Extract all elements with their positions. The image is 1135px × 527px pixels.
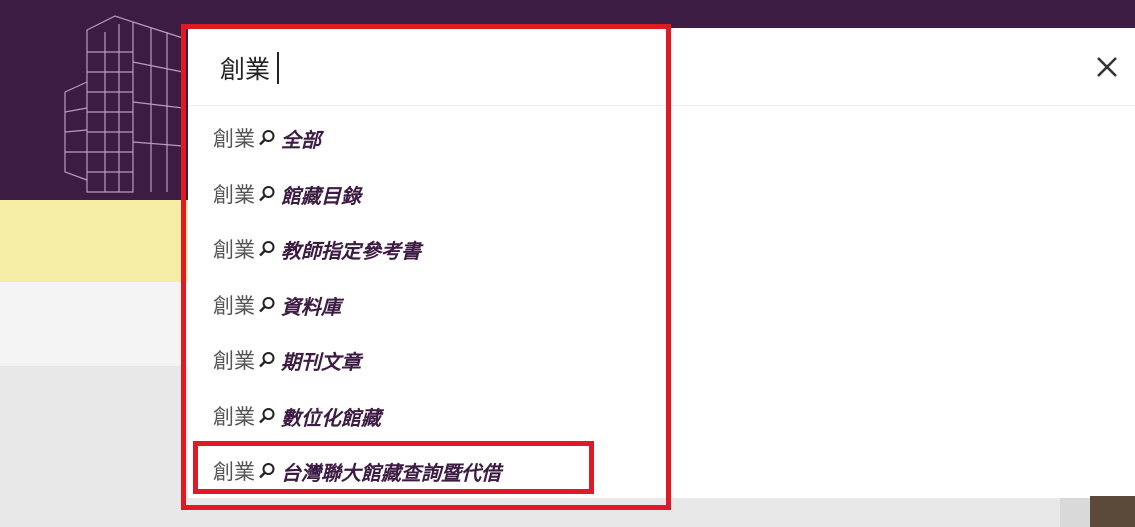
suggestion-item[interactable]: 創業 館藏目錄	[213, 174, 361, 214]
magnifier-icon	[258, 185, 276, 203]
suggestion-term: 創業	[213, 405, 255, 429]
suggestion-scope: 教師指定參考書	[281, 238, 421, 263]
suggestion-term: 創業	[213, 127, 255, 151]
suggestion-item[interactable]: 創業 教師指定參考書	[213, 229, 421, 269]
suggestion-term: 創業	[213, 460, 255, 484]
suggestion-term: 創業	[213, 238, 255, 262]
suggestion-item[interactable]: 創業 數位化館藏	[213, 396, 381, 436]
magnifier-icon	[258, 240, 276, 258]
suggestion-scope: 數位化館藏	[281, 405, 381, 430]
suggestion-scope: 館藏目錄	[281, 183, 361, 208]
search-input[interactable]	[220, 48, 640, 88]
thumbnail-image	[1090, 496, 1135, 527]
magnifier-icon	[258, 462, 276, 480]
search-overlay	[188, 28, 1135, 106]
magnifier-icon	[258, 296, 276, 314]
suggestion-term: 創業	[213, 183, 255, 207]
magnifier-icon	[258, 407, 276, 425]
text-caret	[277, 52, 279, 84]
suggestion-item[interactable]: 創業 全部	[213, 118, 321, 158]
suggestion-scope: 資料庫	[281, 294, 341, 319]
suggestion-term: 創業	[213, 349, 255, 373]
suggestion-scope: 期刊文章	[281, 349, 361, 374]
library-building-logo	[64, 15, 184, 193]
close-icon	[1097, 57, 1117, 77]
suggestion-item[interactable]: 創業 期刊文章	[213, 340, 361, 380]
magnifier-icon	[258, 129, 276, 147]
suggestion-scope: 台灣聯大館藏查詢暨代借	[281, 460, 501, 485]
suggestion-item[interactable]: 創業 台灣聯大館藏查詢暨代借	[213, 451, 501, 491]
suggestion-dropdown: 創業 全部 創業 館藏目錄 創業 教師指定參考書 創業 資料庫 創業 期刊文章 …	[188, 106, 1135, 498]
close-button[interactable]	[1090, 50, 1124, 84]
suggestion-scope: 全部	[281, 127, 321, 152]
magnifier-icon	[258, 351, 276, 369]
suggestion-term: 創業	[213, 294, 255, 318]
suggestion-item[interactable]: 創業 資料庫	[213, 285, 341, 325]
